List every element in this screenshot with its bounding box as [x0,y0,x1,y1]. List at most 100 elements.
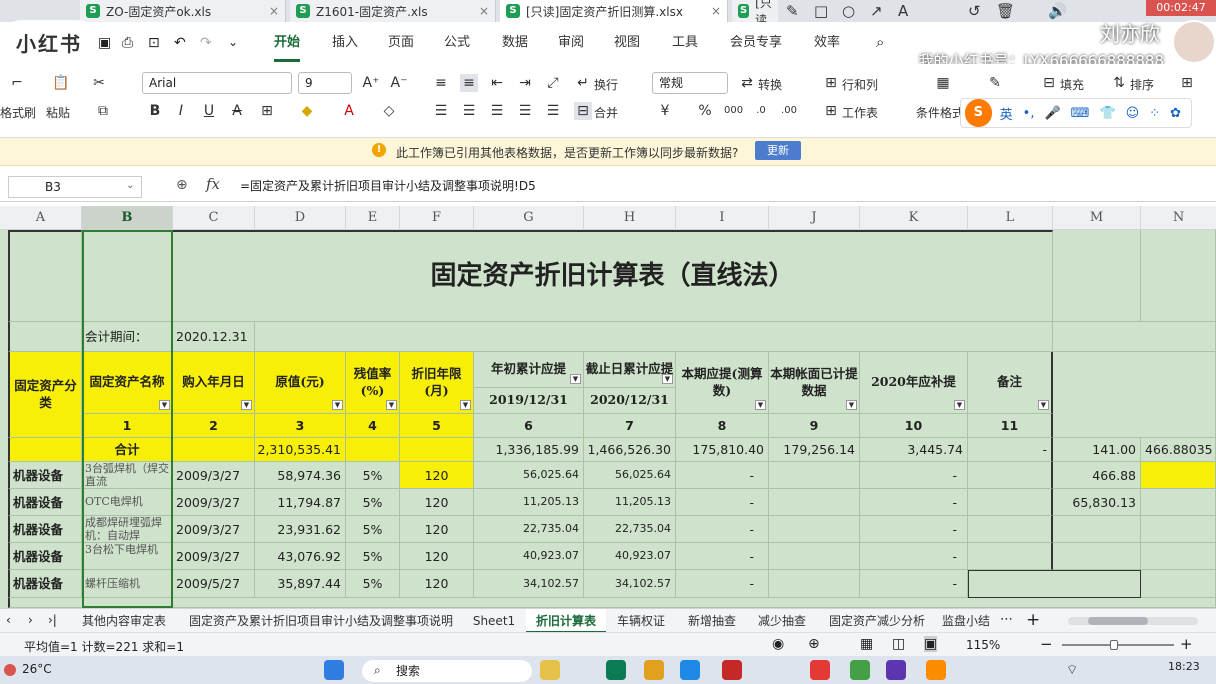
close-icon[interactable]: × [711,4,721,18]
period-value[interactable]: 2020.12.31 [173,322,255,352]
page-layout-icon[interactable]: ◫ [892,636,905,652]
tab-page[interactable]: 页面 [388,22,414,62]
punctuation-icon[interactable]: •, [1023,106,1035,121]
rectangle-icon[interactable]: □ [814,2,828,20]
sheet-tab-2[interactable]: Sheet1 [466,609,522,633]
currency-icon[interactable]: ¥ [656,102,674,120]
cond-format-icon[interactable]: ▦ [934,74,952,92]
eye-icon[interactable]: ◉ [772,636,784,652]
font-size-select[interactable]: 9 [298,72,352,94]
sogou-icon[interactable]: S [965,99,992,127]
total-m[interactable]: 141.00 [1053,438,1141,462]
header-depreciation-months[interactable]: 折旧年限(月) ▼ [400,352,474,414]
header-supplement[interactable]: 2020年应补提 ▼ [860,352,968,414]
row4-name[interactable]: 3台松下电焊机 [82,543,173,570]
font-name-select[interactable]: Arial [142,72,292,94]
sheet-tab-0[interactable]: 其他内容审定表 [74,609,174,633]
filter-icon[interactable]: ▼ [386,400,397,410]
total-n[interactable]: 466.88035 [1141,438,1216,462]
arrow-icon[interactable]: ↗ [870,2,883,20]
close-icon[interactable]: × [479,4,489,18]
total-book-accrued[interactable]: 179,256.14 [769,438,860,462]
orientation-icon[interactable]: ⤢ [544,74,562,92]
row4-closing[interactable]: 40,923.07 [584,543,676,570]
filter-icon[interactable]: ▼ [662,374,673,384]
font-decrease-icon[interactable]: A⁻ [390,74,408,92]
row2-n[interactable] [1141,489,1216,516]
locate-icon[interactable]: ⊕ [808,636,820,652]
cell-a-period[interactable] [8,322,82,352]
column-header-e[interactable]: E [346,206,400,230]
fill-icon[interactable]: ⊟ [1040,74,1058,92]
header-num-3[interactable]: 3 [255,414,346,438]
font-increase-icon[interactable]: A⁺ [362,74,380,92]
header-num-6[interactable]: 6 [474,414,584,438]
format-painter-icon[interactable]: ⌐ [8,74,26,92]
row1-opening[interactable]: 56,025.64 [474,462,584,489]
chevron-down-icon[interactable]: ⌄ [228,35,238,49]
column-header-i[interactable]: I [676,206,769,230]
row3-closing[interactable]: 22,735.04 [584,516,676,543]
align-right-icon[interactable]: ☰ [488,102,506,120]
row1-closing[interactable]: 56,025.64 [584,462,676,489]
wps-icon[interactable] [810,660,830,680]
row4-current[interactable]: - [676,543,769,570]
emoji-icon[interactable]: ☺ [1126,106,1140,121]
row3-rate[interactable]: 5% [346,516,400,543]
app-purple-icon[interactable] [886,660,906,680]
header-opening-date[interactable]: 2019/12/31 [474,388,584,414]
tab-member[interactable]: 会员专享 [730,22,782,62]
chevron-down-icon[interactable]: ⌄ [126,180,134,191]
number-format-select[interactable]: 常规 [652,72,728,94]
convert-icon[interactable]: ⇄ [738,74,756,92]
total-label[interactable]: 合计 [82,438,173,462]
decimal-decrease-icon[interactable]: .00 [780,102,798,120]
row2-rate[interactable]: 5% [346,489,400,516]
column-header-b[interactable]: B [82,206,173,230]
sheet-tab-3[interactable]: 折旧计算表 [526,609,606,633]
header-residual-rate[interactable]: 残值率(%) ▼ [346,352,400,414]
file-tab-2[interactable]: S [只读]固定资产折旧测算.xlsx × [500,0,728,22]
align-center-icon[interactable]: ☰ [460,102,478,120]
sheet-tab-4[interactable]: 车辆权证 [608,609,674,633]
column-header-n[interactable]: N [1141,206,1216,230]
convert-button[interactable]: 转换 [758,76,782,93]
zoom-in-icon[interactable]: + [1180,635,1193,653]
header-original-value[interactable]: 原值(元) ▼ [255,352,346,414]
header-remarks[interactable]: 备注 ▼ [968,352,1053,414]
sort-button[interactable]: 排序 [1130,76,1154,93]
app-orange-icon[interactable] [926,660,946,680]
merge-button[interactable]: 合并 [594,104,618,121]
row1-book[interactable] [769,462,860,489]
sheet-tab-7[interactable]: 固定资产减少分析 [818,609,936,633]
total-opening-accum[interactable]: 1,336,185.99 [474,438,584,462]
row5-date[interactable]: 2009/5/27 [173,570,255,598]
weather-text[interactable]: 26°C [22,662,52,676]
row5-book[interactable] [769,570,860,598]
tab-data[interactable]: 数据 [502,22,528,62]
row2-closing[interactable]: 11,205.13 [584,489,676,516]
app-icon[interactable] [540,660,560,680]
filter-icon[interactable]: ▼ [332,400,343,410]
paste-button[interactable]: 粘贴 [46,104,70,121]
header-num-9[interactable]: 9 [769,414,860,438]
browser-icon[interactable] [680,660,700,680]
total-original-value[interactable]: 2,310,535.41 [255,438,346,462]
column-header-g[interactable]: G [474,206,584,230]
edge-icon[interactable] [606,660,626,680]
column-header-c[interactable]: C [173,206,255,230]
header-num-7[interactable]: 7 [584,414,676,438]
row4-rate[interactable]: 5% [346,543,400,570]
bold-icon[interactable]: B [146,102,164,120]
skin-icon[interactable]: 👕 [1099,106,1115,121]
cell-total-c[interactable] [173,438,255,462]
row5-months[interactable]: 120 [400,570,474,598]
filter-icon[interactable]: ▼ [460,400,471,410]
total-current-accrual[interactable]: 175,810.40 [676,438,769,462]
row1-date[interactable]: 2009/3/27 [173,462,255,489]
circle-icon[interactable]: ○ [842,2,855,20]
distribute-icon[interactable]: ☰ [544,102,562,120]
justify-icon[interactable]: ☰ [516,102,534,120]
app-red-icon[interactable] [722,660,742,680]
row5-original[interactable]: 35,897.44 [255,570,346,598]
